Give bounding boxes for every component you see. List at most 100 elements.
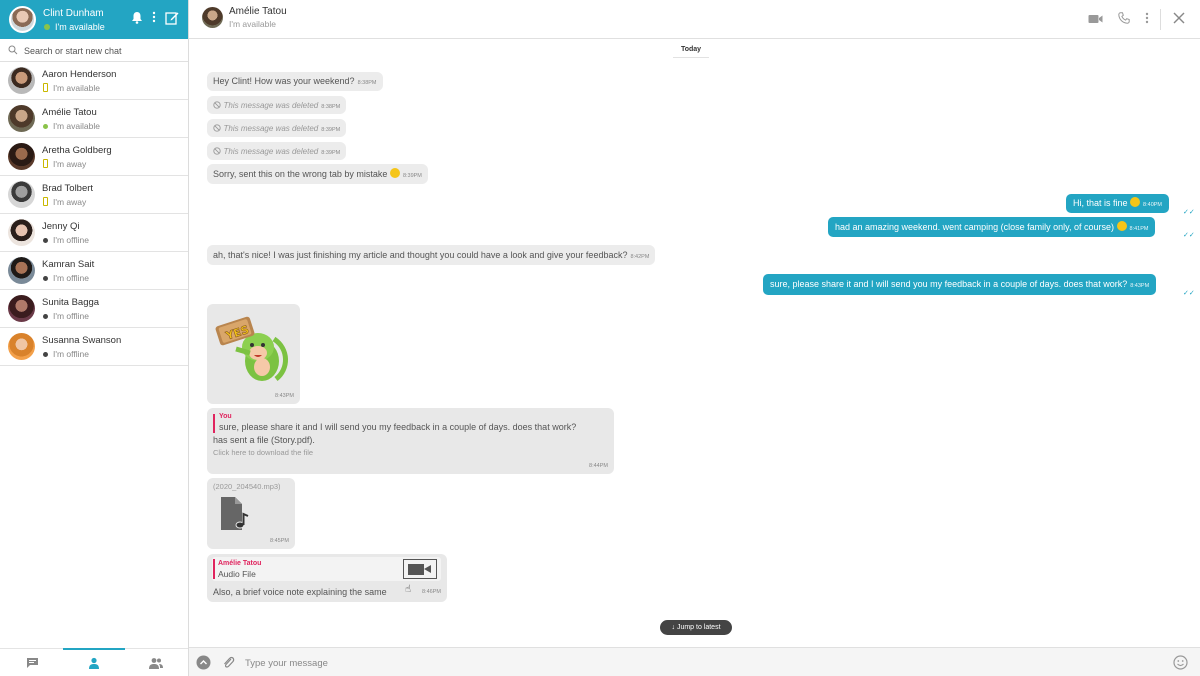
contact-item-kamran-sait[interactable]: Kamran Sait I'm offline [0, 252, 188, 290]
message-time: 8:45PM [270, 538, 289, 544]
blocked-icon [213, 101, 221, 109]
incoming-message[interactable]: Sorry, sent this on the wrong tab by mis… [207, 164, 428, 184]
message-time: 8:38PM [357, 80, 377, 86]
outgoing-message[interactable]: had an amazing weekend. went camping (cl… [828, 217, 1156, 237]
contact-item-aretha-goldberg[interactable]: Aretha Goldberg I'm away [0, 138, 188, 176]
compose-icon[interactable] [165, 11, 179, 27]
reply-author: You [219, 413, 232, 420]
contact-name: Kamran Sait [42, 259, 95, 270]
contact-item-amelie-tatou[interactable]: Amélie Tatou I'm available [0, 100, 188, 138]
contact-item-sunita-bagga[interactable]: Sunita Bagga I'm offline [0, 290, 188, 328]
blocked-icon [213, 124, 221, 132]
my-avatar[interactable] [9, 6, 36, 33]
contact-list: Aaron Henderson I'm available Amélie Tat… [0, 62, 188, 366]
message-text: Hi, that is fine [1073, 198, 1128, 208]
message-text: sure, please share it and I will send yo… [770, 279, 1128, 289]
message-text: Also, a brief voice note explaining the … [213, 587, 387, 597]
smile-emoji-icon [1130, 197, 1141, 207]
search-input[interactable] [24, 42, 182, 59]
message-time: 8:44PM [589, 463, 608, 469]
contact-item-jenny-qi[interactable]: Jenny Qi I'm offline [0, 214, 188, 252]
incoming-message[interactable]: ah, that's nice! I was just finishing my… [207, 245, 656, 265]
contact-item-brad-tolbert[interactable]: Brad Tolbert I'm away [0, 176, 188, 214]
message-time: 8:39PM [402, 173, 422, 179]
contact-status: I'm offline [53, 349, 89, 359]
file-name: (2020_204540.mp3) [213, 482, 281, 491]
contact-name: Sunita Bagga [42, 297, 100, 308]
mobile-icon [43, 159, 48, 168]
close-icon[interactable] [1171, 12, 1187, 28]
day-separator: Today [673, 44, 709, 58]
download-link[interactable]: Click here to download the file [213, 448, 313, 457]
chevron-up-icon[interactable] [196, 655, 211, 670]
reply-text: sure, please share it and I will send yo… [219, 422, 577, 432]
incoming-message[interactable]: Hey Clint! How was your weekend? 8:38PM [207, 72, 383, 91]
contact-name: Brad Tolbert [42, 183, 94, 194]
reply-indicator [213, 559, 215, 579]
avatar [8, 219, 35, 246]
contact-item-susanna-swanson[interactable]: Susanna Swanson I'm offline [0, 328, 188, 366]
message-time: 8:40PM [1143, 202, 1163, 208]
message-input[interactable] [245, 654, 1165, 672]
outgoing-message[interactable]: Hi, that is fine 8:40PM [1066, 194, 1170, 213]
avatar [8, 67, 35, 94]
contact-status: I'm offline [53, 235, 89, 245]
more-vertical-icon[interactable] [1139, 12, 1155, 28]
message-time: 8:39PM [321, 127, 341, 133]
tab-contacts[interactable] [63, 648, 125, 676]
message-list[interactable]: Today Hey Clint! How was your weekend? 8:… [189, 39, 1200, 647]
blocked-icon [213, 147, 221, 155]
sticker-message[interactable]: YES 8:43PM [207, 304, 300, 404]
deleted-message[interactable]: This message was deleted 8:39PM [207, 142, 347, 160]
presence-dot [43, 238, 48, 243]
tab-chats[interactable] [1, 649, 63, 676]
message-time: 8:41PM [1129, 226, 1149, 232]
message-text: Sorry, sent this on the wrong tab by mis… [213, 169, 388, 179]
deleted-message[interactable]: This message was deleted 8:39PM [207, 119, 347, 137]
audio-file-message[interactable]: (2020_204540.mp3) 8:45PM [207, 478, 295, 549]
tab-groups[interactable] [125, 649, 187, 676]
more-vertical-icon[interactable] [147, 11, 161, 27]
chat-contact-status: I'm available [229, 19, 276, 29]
message-time: 8:38PM [321, 104, 341, 110]
reply-author: Amélie Tatou [218, 560, 262, 567]
mobile-icon [43, 197, 48, 206]
chat-header: Amélie Tatou I'm available [189, 0, 1200, 39]
read-receipt-icon: ✓✓ [1183, 290, 1195, 297]
deleted-message[interactable]: This message was deleted 8:38PM [207, 96, 347, 114]
phone-call-icon[interactable] [1116, 12, 1132, 28]
chat-bubble-icon [26, 658, 38, 668]
monkey-sticker-icon: YES [215, 316, 288, 381]
mobile-icon [43, 83, 48, 92]
video-call-icon[interactable] [1087, 12, 1103, 28]
contact-name: Amélie Tatou [42, 107, 97, 118]
emoji-picker-icon[interactable] [1173, 655, 1188, 670]
presence-dot [43, 352, 48, 357]
arrow-down-icon: ↓ [671, 624, 675, 631]
contact-item-aaron-henderson[interactable]: Aaron Henderson I'm available [0, 62, 188, 100]
bell-icon[interactable] [130, 11, 144, 27]
my-status[interactable]: I'm available [55, 22, 105, 32]
sidebar: Clint Dunham I'm available Aaron Henders… [0, 0, 189, 676]
online-status-dot [44, 24, 50, 30]
presence-dot [43, 124, 48, 129]
message-text: This message was deleted [223, 124, 319, 133]
contact-status: I'm offline [53, 273, 89, 283]
avatar [8, 143, 35, 170]
contact-name: Jenny Qi [42, 221, 80, 232]
avatar [8, 181, 35, 208]
message-text: had an amazing weekend. went camping (cl… [835, 222, 1114, 232]
outgoing-message[interactable]: sure, please share it and I will send yo… [763, 274, 1157, 295]
message-text: ah, that's nice! I was just finishing my… [213, 250, 628, 260]
chat-avatar[interactable] [202, 7, 223, 28]
avatar [8, 295, 35, 322]
message-time: 8:39PM [321, 150, 341, 156]
contact-status: I'm offline [53, 311, 89, 321]
jump-to-latest-button[interactable]: ↓ Jump to latest [660, 620, 732, 635]
paperclip-icon[interactable] [221, 655, 236, 670]
contact-name: Susanna Swanson [42, 335, 122, 346]
message-time: 8:43PM [275, 393, 294, 399]
voice-note-message[interactable]: Amélie Tatou Audio File Also, a brief vo… [207, 554, 447, 602]
avatar [8, 105, 35, 132]
file-message[interactable]: You sure, please share it and I will sen… [207, 408, 614, 474]
